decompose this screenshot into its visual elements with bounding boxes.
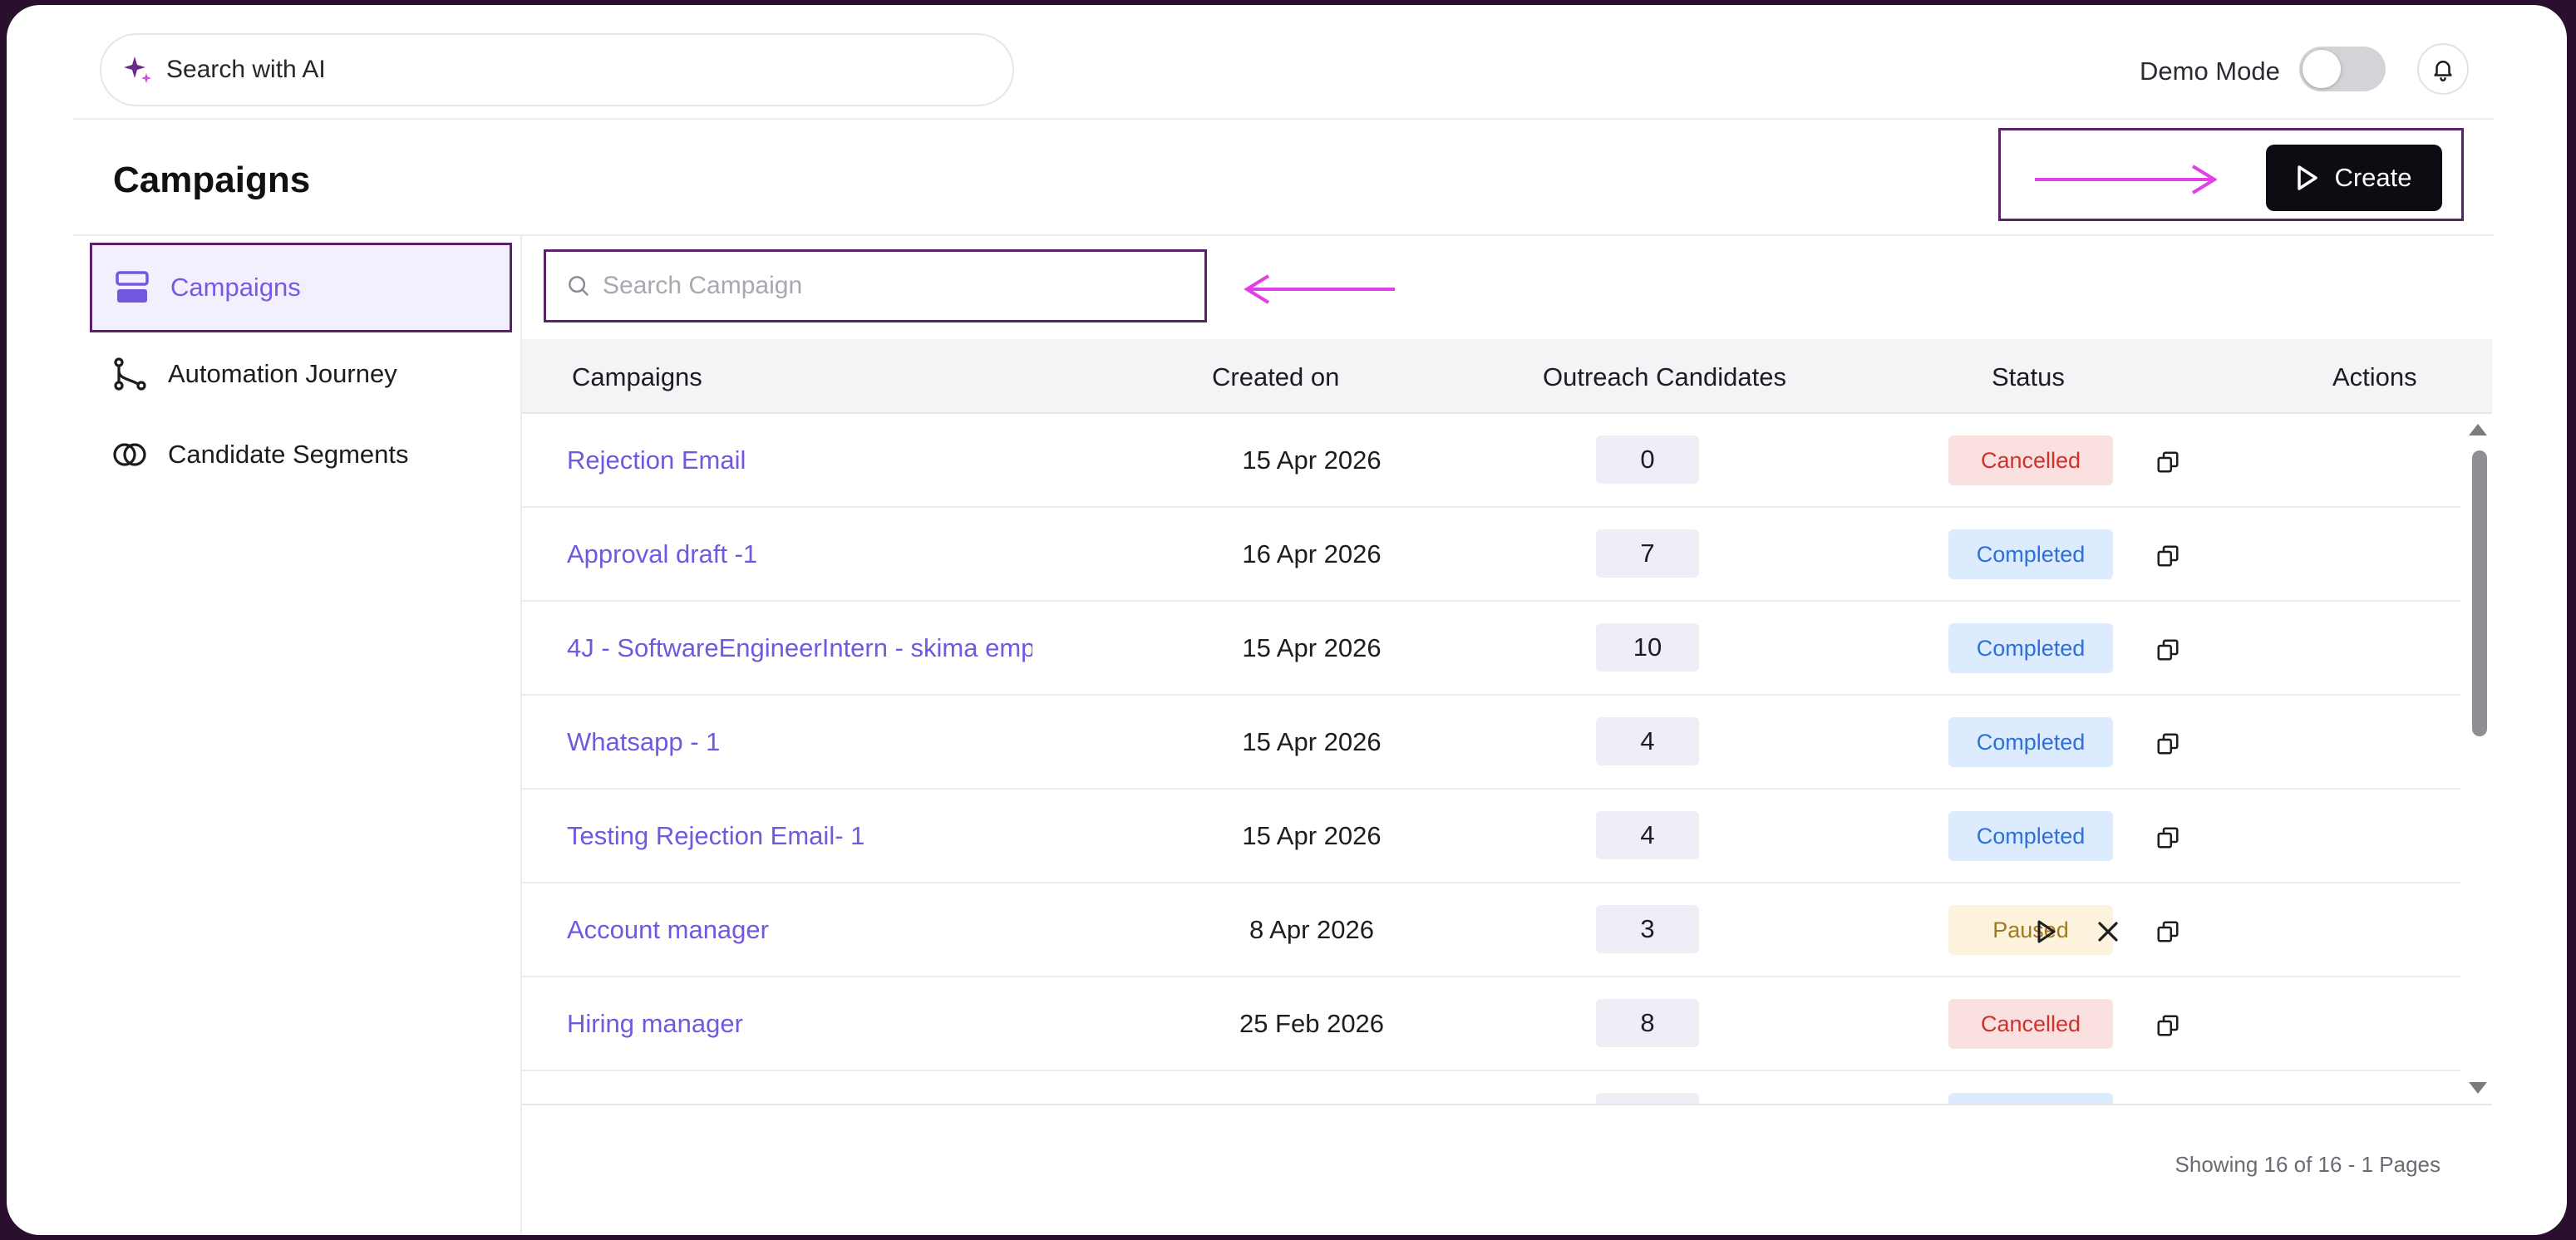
campaign-name-link[interactable]: Approval draft -1 [567, 539, 1032, 569]
duplicate-icon[interactable] [2151, 633, 2184, 667]
column-header-campaigns[interactable]: Campaigns [572, 362, 702, 392]
table-row[interactable]: Testing Rejection Email- 1 15 Apr 2026 4 Co… [522, 790, 2460, 883]
ai-search-input[interactable]: Search with AI [100, 33, 1014, 106]
table-bottom-border [522, 1104, 2492, 1105]
segments-icon [110, 435, 150, 475]
column-header-created-on[interactable]: Created on [1212, 362, 1339, 392]
create-button-label: Create [2334, 163, 2412, 192]
column-header-status[interactable]: Status [1992, 362, 2065, 392]
outreach-count-badge: 3 [1596, 905, 1699, 953]
duplicate-icon[interactable] [2151, 915, 2184, 948]
app-window: Search with AI Demo Mode Campaigns Creat… [7, 5, 2567, 1235]
table-row-partial [522, 1071, 2460, 1104]
annotation-arrow-left [1244, 274, 1395, 304]
outreach-count-badge: 7 [1596, 529, 1699, 578]
toggle-knob [2303, 50, 2341, 88]
sidebar-item-label: Candidate Segments [168, 440, 409, 469]
resume-icon[interactable] [2030, 915, 2063, 948]
campaign-name-link[interactable]: Hiring manager [567, 1009, 1032, 1039]
status-badge [1948, 1093, 2113, 1104]
campaign-name-link[interactable]: 4J - SoftwareEngineerIntern - skima emp [567, 633, 1032, 663]
created-on-cell: 8 Apr 2026 [1249, 915, 1374, 944]
table-header: Campaigns Created on Outreach Candidates… [522, 339, 2492, 414]
scroll-down-arrow[interactable] [2469, 1082, 2487, 1094]
duplicate-icon[interactable] [2151, 727, 2184, 760]
campaign-search-input[interactable] [603, 272, 1185, 300]
outreach-count-badge: 8 [1596, 999, 1699, 1047]
play-icon [2298, 165, 2318, 190]
outreach-count-badge: 10 [1596, 623, 1699, 672]
status-badge: Cancelled [1948, 999, 2113, 1049]
created-on-cell: 25 Feb 2026 [1239, 1009, 1385, 1038]
status-badge: Completed [1948, 623, 2113, 673]
created-on-cell: 16 Apr 2026 [1242, 539, 1382, 568]
duplicate-icon[interactable] [2151, 821, 2184, 854]
campaign-name-link[interactable]: Account manager [567, 915, 1032, 945]
sidebar-item-candidate-segments[interactable]: Candidate Segments [90, 410, 512, 499]
journey-icon [110, 354, 150, 394]
table-row[interactable]: Account manager 8 Apr 2026 3 Paused [522, 883, 2460, 977]
duplicate-icon[interactable] [2151, 1009, 2184, 1042]
table-row[interactable]: Rejection Email 15 Apr 2026 0 Cancelled [522, 414, 2460, 508]
ai-search-placeholder: Search with AI [166, 56, 326, 83]
campaign-name-link[interactable]: Whatsapp - 1 [567, 727, 1032, 757]
table-row[interactable]: Whatsapp - 1 15 Apr 2026 4 Completed [522, 696, 2460, 790]
sidebar-item-automation-journey[interactable]: Automation Journey [90, 329, 512, 419]
campaign-search-field[interactable] [544, 249, 1207, 322]
search-icon [569, 276, 589, 297]
top-bar: Search with AI Demo Mode [73, 5, 2494, 120]
outreach-count-badge: 4 [1596, 717, 1699, 765]
create-button[interactable]: Create [2266, 145, 2442, 211]
sparkle-icon [124, 57, 151, 83]
table-body: Rejection Email 15 Apr 2026 0 Cancelled Appr… [522, 414, 2460, 1104]
status-badge: Completed [1948, 529, 2113, 579]
created-on-cell: 15 Apr 2026 [1242, 633, 1382, 662]
header-divider [73, 234, 2494, 236]
column-header-outreach-candidates[interactable]: Outreach Candidates [1543, 362, 1786, 392]
bell-icon [2434, 61, 2452, 81]
status-badge: Completed [1948, 811, 2113, 861]
outreach-count-badge: 4 [1596, 811, 1699, 859]
demo-mode-toggle[interactable] [2299, 47, 2386, 91]
created-on-cell: 15 Apr 2026 [1242, 727, 1382, 756]
outreach-count-badge [1596, 1093, 1699, 1104]
table-row[interactable]: Approval draft -1 16 Apr 2026 7 Completed [522, 508, 2460, 602]
campaigns-icon [112, 268, 152, 308]
pagination-info: Showing 16 of 16 - 1 Pages [2175, 1152, 2441, 1177]
scrollbar-thumb[interactable] [2472, 450, 2487, 736]
table-row[interactable]: Hiring manager 25 Feb 2026 8 Cancelled [522, 977, 2460, 1071]
campaign-name-link[interactable]: Testing Rejection Email- 1 [567, 821, 1032, 851]
page-title: Campaigns [113, 160, 311, 200]
duplicate-icon[interactable] [2151, 445, 2184, 479]
column-header-actions: Actions [2332, 362, 2417, 391]
duplicate-icon[interactable] [2151, 539, 2184, 573]
scroll-up-arrow[interactable] [2469, 424, 2487, 435]
outreach-count-badge: 0 [1596, 435, 1699, 484]
sidebar-item-label: Campaigns [170, 273, 301, 302]
close-icon[interactable] [2091, 915, 2125, 948]
sidebar-item-campaigns[interactable]: Campaigns [90, 243, 512, 332]
sidebar-item-label: Automation Journey [168, 359, 397, 388]
created-on-cell: 15 Apr 2026 [1242, 821, 1382, 850]
demo-mode-label: Demo Mode [2140, 57, 2280, 86]
notifications-button[interactable] [2417, 43, 2469, 95]
created-on-cell: 15 Apr 2026 [1242, 445, 1382, 475]
status-badge: Completed [1948, 717, 2113, 767]
status-badge: Cancelled [1948, 435, 2113, 485]
annotation-arrow-right [2035, 165, 2218, 194]
campaigns-table: Campaigns Created on Outreach Candidates… [522, 339, 2492, 1104]
campaign-name-link[interactable]: Rejection Email [567, 445, 1032, 475]
table-row[interactable]: 4J - SoftwareEngineerIntern - skima emp 1… [522, 602, 2460, 696]
